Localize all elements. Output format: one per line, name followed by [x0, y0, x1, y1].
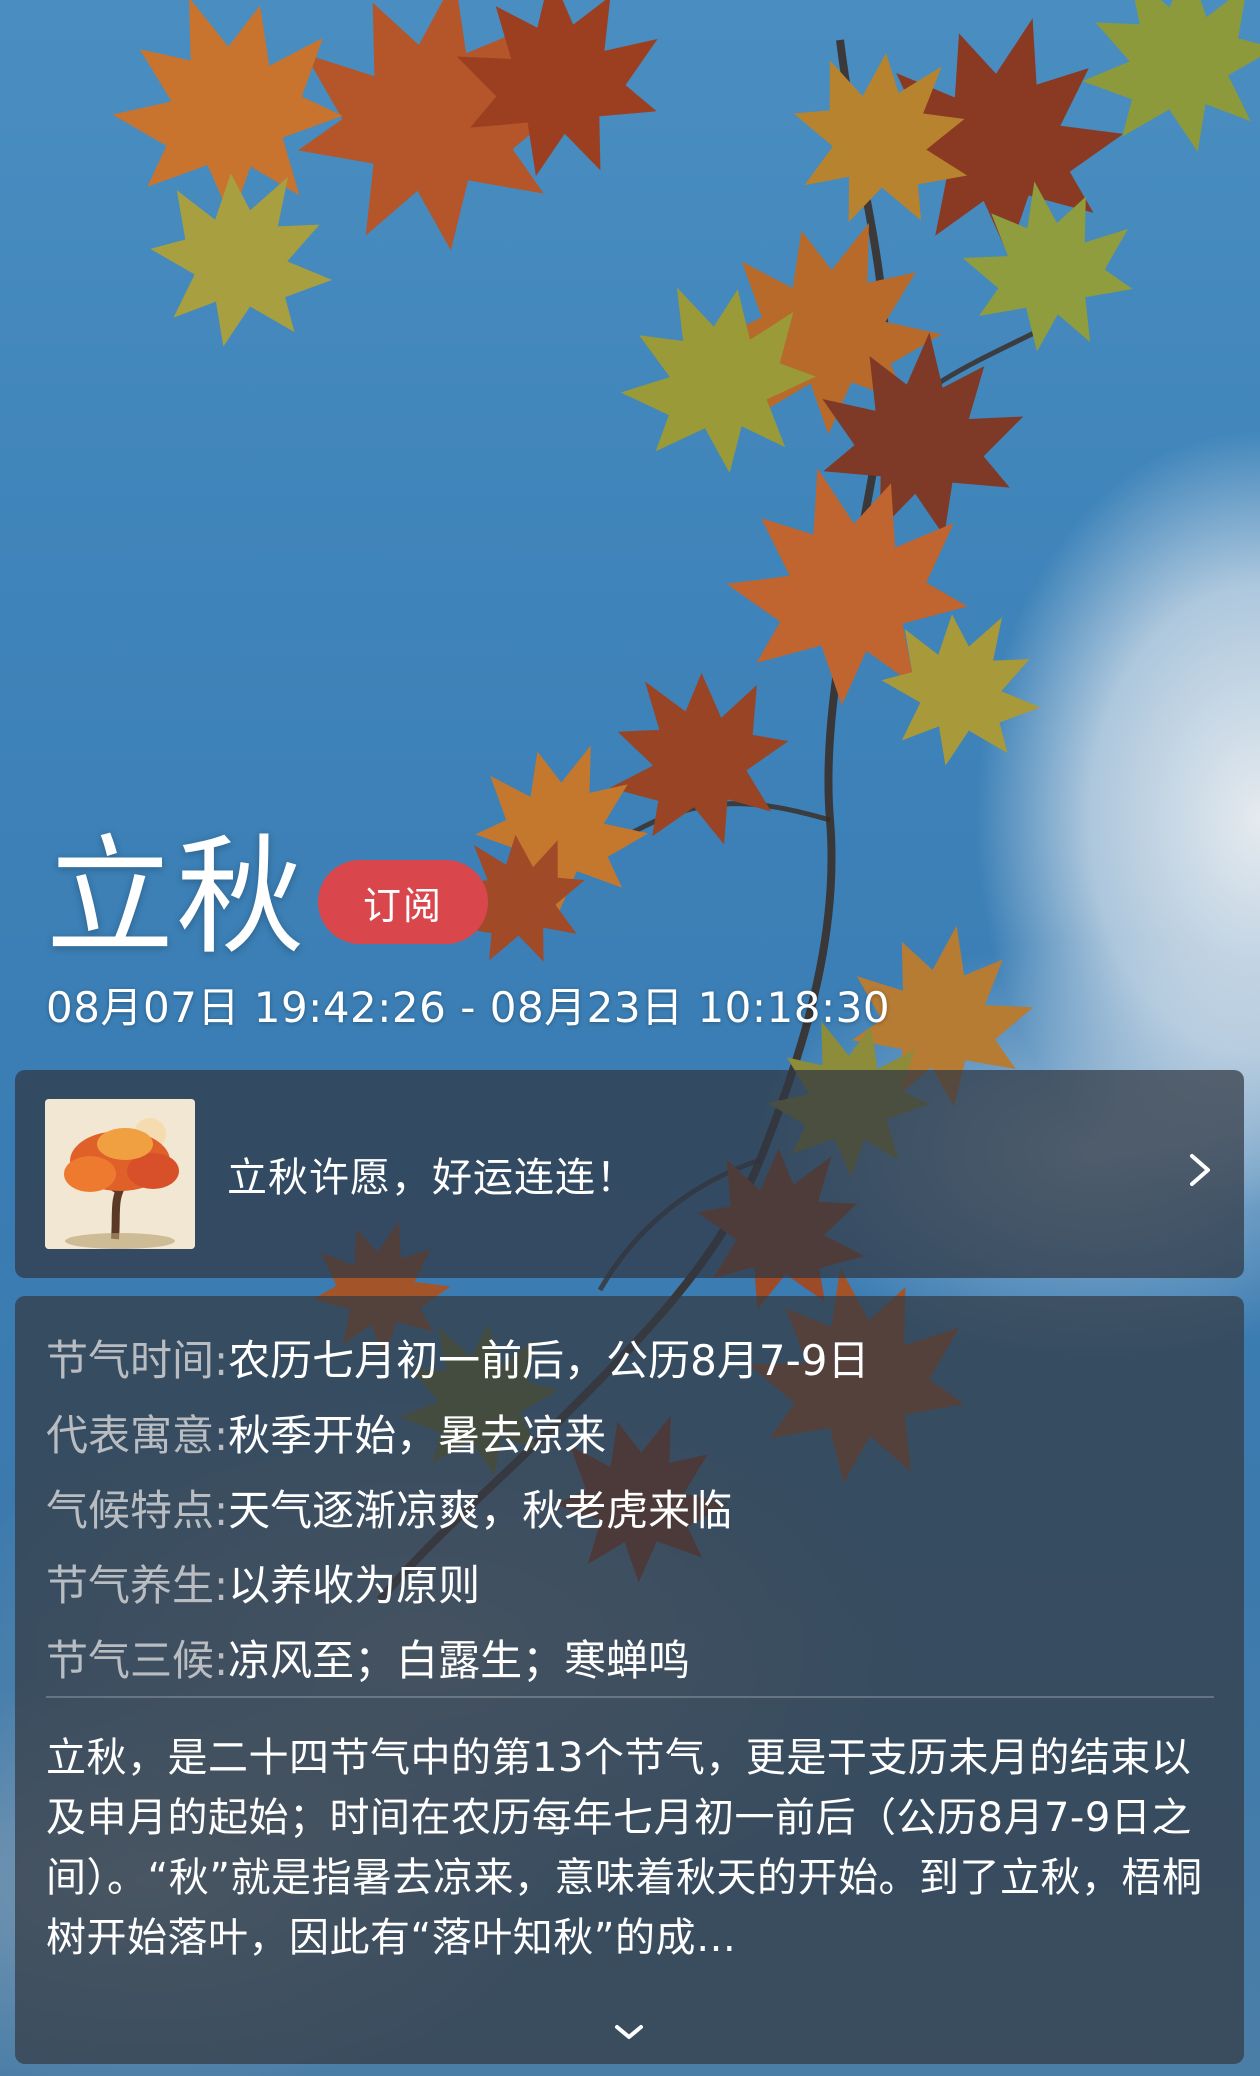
page-title: 立秋	[46, 823, 307, 972]
subscribe-button[interactable]: 订阅	[318, 860, 489, 944]
info-value: 秋季开始，暑去凉来	[228, 1411, 607, 1460]
info-row-time: 节气时间: 农历七月初一前后，公历8月7-9日	[46, 1320, 869, 1395]
title-row: 立秋 订阅	[46, 823, 489, 972]
wish-card[interactable]: 立秋许愿，好运连连！	[15, 1070, 1244, 1278]
info-value: 天气逐渐凉爽，秋老虎来临	[228, 1486, 733, 1535]
info-row-health: 节气养生: 以养收为原则	[46, 1545, 869, 1620]
info-label: 节气养生:	[46, 1561, 229, 1610]
info-label: 气候特点:	[46, 1486, 229, 1535]
info-label: 代表寓意:	[46, 1411, 229, 1460]
chevron-right-icon	[1180, 1140, 1220, 1200]
info-value: 农历七月初一前后，公历8月7-9日	[228, 1336, 870, 1385]
chevron-down-icon[interactable]	[611, 2020, 647, 2044]
info-label: 节气时间:	[46, 1336, 229, 1385]
info-rows: 节气时间: 农历七月初一前后，公历8月7-9日 代表寓意: 秋季开始，暑去凉来 气候…	[46, 1320, 869, 1695]
wish-text: 立秋许愿，好运连连！	[227, 1155, 637, 1201]
info-value: 凉风至；白露生；寒蝉鸣	[228, 1636, 691, 1685]
divider	[46, 1696, 1214, 1698]
info-row-meaning: 代表寓意: 秋季开始，暑去凉来	[46, 1395, 869, 1470]
date-range: 08月07日 19:42:26 - 08月23日 10:18:30	[46, 983, 891, 1032]
description-text: 立秋，是二十四节气中的第13个节气，更是干支历未月的结束以及申月的起始；时间在农…	[46, 1735, 1203, 1961]
info-label: 节气三候:	[46, 1636, 229, 1685]
info-card: 节气时间: 农历七月初一前后，公历8月7-9日 代表寓意: 秋季开始，暑去凉来 气候…	[15, 1296, 1244, 2064]
autumn-tree-icon	[45, 1099, 195, 1249]
info-row-climate: 气候特点: 天气逐渐凉爽，秋老虎来临	[46, 1470, 869, 1545]
info-value: 以养收为原则	[228, 1561, 481, 1610]
info-row-phenology: 节气三候: 凉风至；白露生；寒蝉鸣	[46, 1620, 869, 1695]
